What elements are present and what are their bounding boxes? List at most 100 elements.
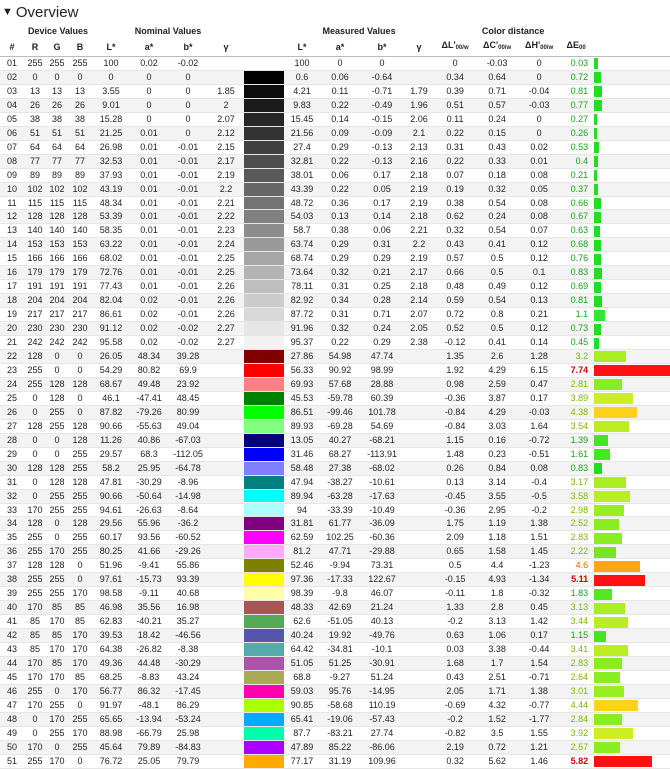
measured-a: 95.76 — [320, 684, 361, 699]
nominal-b: 0 — [168, 70, 208, 85]
table-row: 42 85 85 170 39.53 18.42 -46.56 40.24 19.92 -49.7… — [0, 628, 670, 644]
nominal-gamma: 2.26 — [208, 279, 245, 295]
color-swatch — [244, 391, 285, 406]
device-g: 128 — [46, 377, 68, 392]
swatch-fill — [244, 196, 285, 209]
measured-l: 48.72 — [284, 196, 321, 211]
measured-a: 0.06 — [320, 70, 361, 85]
row-index: 39 — [0, 586, 24, 602]
row-index: 23 — [0, 363, 24, 378]
delta-l: 0.43 — [434, 670, 477, 685]
device-g: 26 — [46, 98, 68, 113]
measured-l: 27.86 — [284, 349, 321, 364]
device-g: 85 — [46, 628, 68, 644]
collapse-triangle-icon[interactable]: ▼ — [2, 6, 13, 18]
row-index: 48 — [0, 712, 24, 727]
delta-e: 0.77 — [560, 98, 593, 113]
nominal-gamma — [208, 377, 245, 392]
delta-h: 0.12 — [518, 237, 561, 253]
nominal-gamma: 2.21 — [208, 196, 245, 211]
device-g: 255 — [46, 405, 68, 420]
measured-a: 54.98 — [320, 349, 361, 364]
row-index: 42 — [0, 628, 24, 644]
overview-header[interactable]: ▼ Overview — [0, 0, 670, 24]
color-swatch — [244, 600, 285, 616]
measured-l: 47.94 — [284, 475, 321, 490]
delta-l: -0.82 — [434, 726, 477, 741]
device-r: 51 — [24, 126, 46, 141]
device-b: 255 — [68, 740, 92, 755]
table-row: 22 128 0 0 26.05 48.34 39.28 27.86 54.98 47.74 1.3… — [0, 349, 670, 364]
nominal-a: 93.56 — [130, 530, 168, 546]
delta-e-bar — [592, 586, 670, 602]
swatch-fill — [244, 363, 285, 377]
nominal-gamma — [208, 516, 245, 532]
device-g: 255 — [46, 572, 68, 588]
nominal-b: -112.05 — [168, 447, 208, 462]
row-index: 26 — [0, 405, 24, 420]
measured-a: -19.06 — [320, 712, 361, 727]
nominal-l: 63.22 — [92, 237, 130, 253]
nominal-b: 79.79 — [168, 754, 208, 769]
delta-e-bar — [592, 670, 670, 685]
delta-c: 0.23 — [476, 447, 519, 462]
device-g: 0 — [46, 363, 68, 378]
nominal-b: -46.56 — [168, 628, 208, 644]
device-r: 204 — [24, 293, 46, 309]
device-r: 255 — [24, 544, 46, 560]
col-r: R — [24, 38, 46, 57]
device-g: 255 — [46, 726, 68, 741]
swatch-fill — [244, 740, 285, 754]
device-g: 0 — [46, 516, 68, 532]
delta-e-bar — [592, 237, 670, 253]
nominal-gamma — [208, 489, 245, 504]
measured-l: 48.33 — [284, 600, 321, 616]
measured-gamma — [404, 628, 435, 644]
nominal-b: -0.01 — [168, 196, 208, 211]
measured-gamma — [404, 586, 435, 602]
nominal-gamma — [208, 419, 245, 434]
nominal-gamma — [208, 698, 245, 713]
delta-h: 0 — [518, 56, 561, 71]
device-r: 0 — [24, 712, 46, 727]
delta-c: 0.16 — [476, 433, 519, 448]
color-swatch — [244, 265, 285, 281]
nominal-gamma: 2.24 — [208, 237, 245, 253]
nominal-a: -9.11 — [130, 586, 168, 602]
swatch-fill — [244, 252, 285, 265]
delta-c: 4.29 — [476, 363, 519, 378]
device-r: 255 — [24, 572, 46, 588]
delta-c: 0.41 — [476, 237, 519, 253]
measured-l: 54.03 — [284, 209, 321, 225]
device-g: 170 — [46, 614, 68, 630]
delta-h: 0.05 — [518, 182, 561, 197]
delta-e: 0.76 — [560, 251, 593, 267]
measured-gamma: 2.06 — [404, 112, 435, 127]
measured-a: -69.28 — [320, 419, 361, 434]
delta-h: -0.71 — [518, 670, 561, 685]
delta-c: 0.57 — [476, 98, 519, 113]
swatch-fill — [244, 503, 285, 516]
delta-e-bar — [592, 349, 670, 364]
table-row: 11 115 115 115 48.34 0.01 -0.01 2.21 48.72 0.36 0.… — [0, 196, 670, 211]
nominal-l: 62.83 — [92, 614, 130, 630]
color-swatch — [244, 112, 285, 127]
nominal-b: -84.83 — [168, 740, 208, 755]
nominal-a: 0.01 — [130, 237, 168, 253]
delta-e: 3.2 — [560, 349, 593, 364]
nominal-b: 86.29 — [168, 698, 208, 713]
delta-c: 1.18 — [476, 530, 519, 546]
color-swatch — [244, 642, 285, 657]
delta-e-bar — [592, 642, 670, 657]
delta-e-bar — [592, 447, 670, 462]
nominal-a: -8.83 — [130, 670, 168, 685]
device-r: 255 — [24, 754, 46, 769]
nominal-a: 40.86 — [130, 433, 168, 448]
device-g: 115 — [46, 196, 68, 211]
measured-a: 0.06 — [320, 168, 361, 183]
color-swatch — [244, 475, 285, 490]
device-r: 170 — [24, 503, 46, 518]
delta-l: 0.19 — [434, 182, 477, 197]
delta-l: -0.84 — [434, 405, 477, 420]
nominal-b: -30.29 — [168, 656, 208, 671]
